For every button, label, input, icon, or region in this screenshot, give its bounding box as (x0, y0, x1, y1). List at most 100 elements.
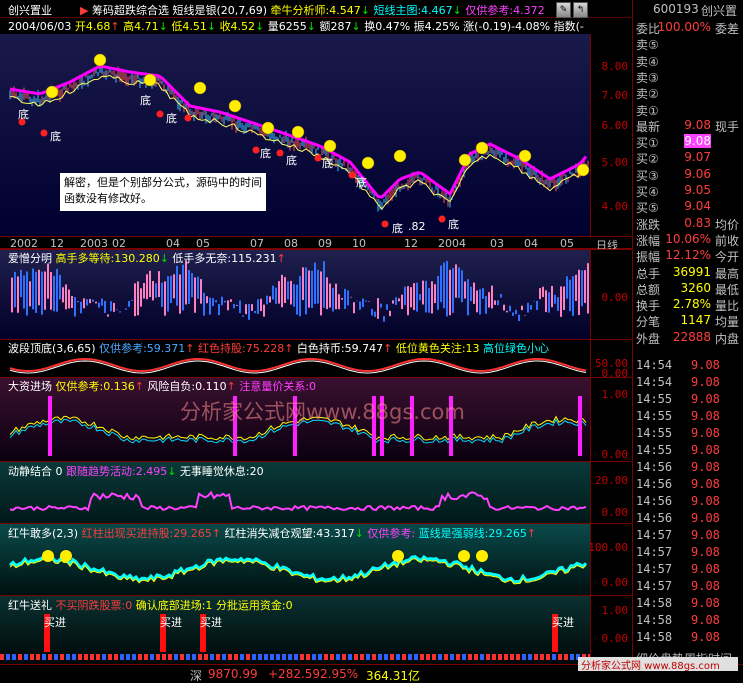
period-stripe (336, 654, 340, 660)
period-stripe (288, 654, 292, 660)
quote-key: 涨跌 (636, 217, 661, 232)
panel-6-title: 红牛送礼 不买阴跌股票:0 确认底部进场:1 分批运用资金:0 (8, 597, 293, 613)
panel-4-value-c: 无事睡觉休息:20 (179, 465, 264, 478)
axis-label: 0.00 (601, 632, 629, 645)
quote-value: 1147 (680, 313, 711, 328)
quote-value: 100.00% (657, 20, 711, 34)
panel-title[interactable]: 红牛送礼 (8, 599, 52, 612)
period-stripe (408, 654, 412, 660)
quote-value: 10.06% (665, 231, 711, 246)
period-stripe (480, 654, 484, 660)
period-stripe (156, 654, 160, 660)
period-stripe (90, 654, 94, 660)
period-stripe (228, 654, 232, 660)
axis-label: 1.00 (601, 388, 629, 401)
tick-price: 9.08 (691, 409, 720, 423)
quote-key: 最新 (636, 119, 661, 134)
axis-label: 20.00 (594, 474, 628, 487)
tick-row: 14:58 9.08 (633, 613, 743, 629)
tick-row: 14:57 9.08 (633, 579, 743, 595)
axis-label: 100.00 (588, 541, 628, 554)
tick-time: 14:57 (636, 579, 673, 593)
tick-row: 14:57 9.08 (633, 545, 743, 561)
quote-row: 分笔 1147 均量 (633, 313, 743, 329)
period-stripe (66, 654, 70, 660)
panel-5-axis: 100.00 0.00 (588, 523, 632, 595)
axis-label: 0.00 (601, 291, 629, 304)
panel-3-value-c: 注意量价关系:0 (239, 380, 317, 393)
bottom-dot (184, 114, 192, 122)
panel-3-value-a: 仅供参考:0.136 (55, 380, 135, 393)
bottom-dot (252, 146, 260, 154)
period-stripe (78, 654, 82, 660)
tick-price: 9.08 (691, 545, 720, 559)
axis-label: 0.00 (601, 506, 629, 519)
quote-key: 买⑤ (636, 201, 659, 216)
quote-key: 涨幅 (636, 233, 661, 248)
quote-key: 总手 (636, 266, 661, 281)
quote-row: 卖② (633, 85, 743, 101)
period-stripe (414, 654, 418, 660)
period-stripe (204, 654, 208, 660)
smiley-icon (476, 550, 488, 562)
panel-title[interactable]: 动静结合 (8, 465, 52, 478)
tick-price: 9.08 (691, 494, 720, 508)
period-stripe (150, 654, 154, 660)
bottom-marker: 底 (356, 176, 367, 189)
axis-label: 0.00 (601, 448, 629, 461)
bottom-marker: 底 (18, 108, 29, 121)
period-stripe (84, 654, 88, 660)
tick-row: 14:56 9.08 (633, 477, 743, 493)
period-stripe (174, 654, 178, 660)
bottom-dot (314, 154, 322, 162)
period-stripe (540, 654, 544, 660)
bottom-marker: 底 (392, 222, 403, 235)
quote-value: 36991 (672, 264, 711, 279)
period-stripe (366, 654, 370, 660)
tick-time: 14:57 (636, 528, 673, 542)
quote-key: 卖③ (636, 70, 659, 85)
panel-2-value-a: 仅供参考:59.371 (99, 342, 186, 355)
panel-title[interactable]: 红牛敢多(2,3) (8, 527, 78, 540)
period-stripe (258, 654, 262, 660)
tick-time: 14:56 (636, 511, 673, 525)
period-stripe (198, 654, 202, 660)
quote-key-2: 内盘 (715, 331, 740, 346)
smiley-icon (475, 141, 489, 155)
quote-row: 换手 2.78% 量比 (633, 297, 743, 313)
panel-5-title: 红牛敢多(2,3) 红柱出现买进持股:29.265↑ 红柱消失减仓观望:43.3… (8, 527, 537, 540)
quote-row: 外盘 22888 内盘 (633, 330, 743, 346)
panel-title[interactable]: 波段顶底(3,6,65) (8, 342, 96, 355)
period-stripe (144, 654, 148, 660)
period-stripe (168, 654, 172, 660)
status-market[interactable]: 深 (190, 667, 202, 683)
smiley-icon (291, 125, 305, 139)
panel-title[interactable]: 大资进场 (8, 380, 52, 393)
quote-row: 振幅 12.12% 今开 (633, 248, 743, 264)
period-stripe (456, 654, 460, 660)
tick-time: 14:54 (636, 375, 673, 389)
tick-time: 14:56 (636, 477, 673, 491)
quote-key: 买① (636, 136, 659, 151)
smiley-icon (576, 163, 590, 177)
panel-title[interactable]: 爱憎分明 (8, 252, 52, 265)
smiley-icon (45, 85, 59, 99)
status-pct: 2.95% (320, 667, 359, 681)
period-stripe (114, 654, 118, 660)
period-stripe (6, 654, 10, 660)
panel-3-title: 大资进场 仅供参考:0.136↑ 风险自负:0.110↑ 注意量价关系:0 (8, 380, 317, 393)
period-stripe (504, 654, 508, 660)
quote-value: 9.08 (684, 134, 711, 149)
quote-key: 外盘 (636, 331, 661, 346)
tick-row: 14:54 9.08 (633, 358, 743, 374)
capital-entry-bar (48, 396, 52, 456)
bottom-dot (381, 220, 389, 228)
capital-entry-bar (578, 396, 582, 456)
panel-4-title: 动静结合 0 跟随趋势活动:2.495↓ 无事睡觉休息:20 (8, 465, 264, 478)
quote-value: 22888 (672, 329, 711, 344)
panel-5-value-d: 蓝线是强弱线:29.265 (418, 527, 527, 540)
bottom-marker: 底 (260, 147, 271, 160)
quote-row: 涨跌 0.83 均价 (633, 216, 743, 232)
period-stripe (216, 654, 220, 660)
period-stripe (420, 654, 424, 660)
